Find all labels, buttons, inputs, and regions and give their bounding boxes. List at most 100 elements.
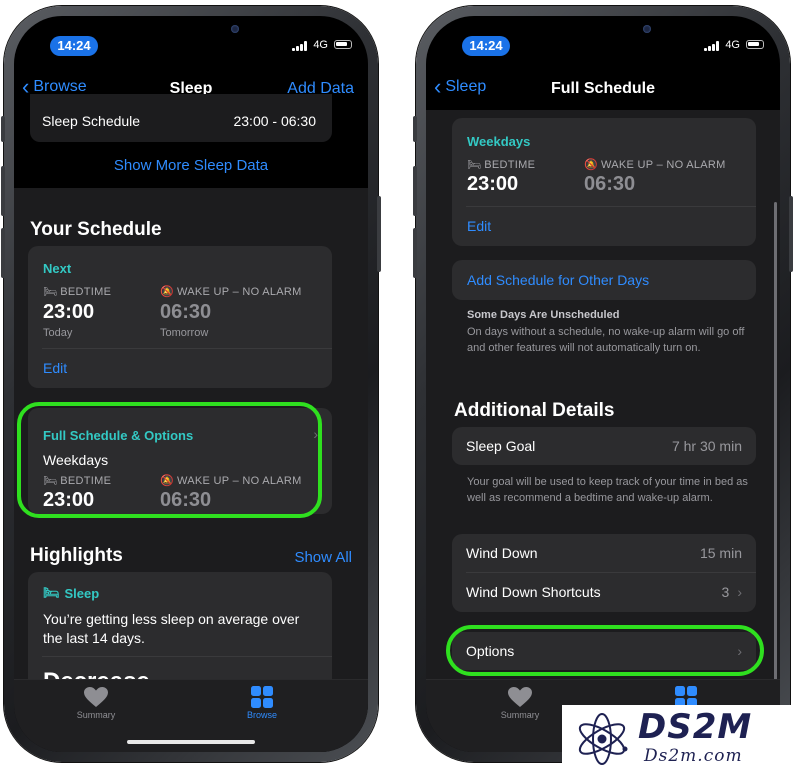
phone-right: 14:24 4G ‹ Sleep Full Schedule Weekdays … (413, 6, 793, 762)
back-label: Sleep (445, 78, 487, 95)
side-button (789, 196, 793, 272)
next-card: Next 🛏 BEDTIME 23:00 Today 🔕 WAKE UP – N… (28, 246, 332, 388)
sleep-goal-row[interactable]: Sleep Goal 7 hr 30 min (452, 427, 756, 465)
sleep-schedule-value: 23:00 - 06:30 (233, 113, 316, 129)
bed-icon: 🛏 (467, 159, 482, 171)
tab-summary-label: Summary (500, 710, 540, 720)
status-time[interactable]: 14:24 (462, 36, 510, 56)
volume-down-button (413, 228, 417, 278)
wind-down-shortcuts-label: Wind Down Shortcuts (466, 584, 601, 600)
phone-left: 14:24 4G ‹ Browse Sleep Add Data Sleep S… (1, 6, 381, 762)
wakeup-label: WAKE UP – NO ALARM (177, 285, 302, 298)
bed-icon: 🛏 (43, 585, 60, 600)
signal-icon (292, 41, 308, 51)
chevron-right-icon: › (737, 584, 742, 600)
show-all-link[interactable]: Show All (294, 549, 352, 566)
full-schedule-sheet: Weekdays 🛏 BEDTIME 23:00 🔕 WAKE UP – NO … (426, 110, 780, 752)
highlight-text: You’re getting less sleep on average ove… (43, 611, 300, 646)
screen-right: 14:24 4G ‹ Sleep Full Schedule Weekdays … (426, 16, 780, 752)
bedtime-time: 23:00 (43, 301, 95, 323)
add-schedule-button[interactable]: Add Schedule for Other Days (452, 260, 756, 300)
add-schedule-label: Add Schedule for Other Days (467, 272, 650, 288)
home-indicator[interactable] (127, 740, 255, 744)
sleep-goal-row-content: Sleep Goal 7 hr 30 min (452, 427, 756, 465)
mute-switch (413, 116, 417, 142)
sleep-goal-note: Your goal will be used to keep track of … (467, 476, 748, 504)
divider (42, 656, 332, 657)
wind-down-shortcuts-row[interactable]: Wind Down Shortcuts 3 › (452, 573, 756, 611)
network-type: 4G (313, 39, 328, 51)
chevron-left-icon: ‹ (22, 74, 30, 99)
next-header: Next (43, 261, 72, 276)
atom-logo-icon (578, 713, 628, 765)
divider (466, 206, 756, 207)
sleep-goal-value: 7 hr 30 min (671, 438, 742, 454)
status-time[interactable]: 14:24 (50, 36, 98, 56)
wakeup-day: Tomorrow (160, 327, 209, 339)
nav-bar: ‹ Sleep Full Schedule (426, 74, 780, 110)
highlight-header: 🛏 Sleep (43, 585, 99, 601)
wind-down-shortcuts-value: 3 (721, 584, 730, 600)
additional-details-title: Additional Details (454, 400, 615, 421)
grid-icon (251, 686, 273, 708)
chevron-left-icon: ‹ (434, 74, 442, 99)
edit-button[interactable]: Edit (467, 218, 491, 234)
tab-browse[interactable]: Browse (222, 686, 302, 720)
bedtime-caption: 🛏 BEDTIME (467, 158, 535, 172)
tab-summary[interactable]: Summary (480, 686, 560, 720)
bedtime-caption: 🛏 BEDTIME (43, 285, 112, 299)
weekdays-card: Weekdays 🛏 BEDTIME 23:00 🔕 WAKE UP – NO … (452, 118, 756, 246)
tab-bar: Summary Browse (14, 679, 368, 752)
wakeup-time: 06:30 (160, 301, 212, 323)
tab-summary-label: Summary (76, 710, 116, 720)
tab-summary[interactable]: Summary (56, 686, 136, 720)
wind-down-shortcuts-value-group: 3 › (722, 584, 742, 600)
signal-icon (704, 41, 720, 51)
sleep-goal-label: Sleep Goal (466, 438, 536, 454)
bed-icon: 🛏 (43, 286, 58, 298)
volume-up-button (413, 166, 417, 216)
battery-icon (334, 40, 352, 49)
unscheduled-text: On days without a schedule, no wake-up a… (467, 326, 745, 354)
unscheduled-title: Some Days Are Unscheduled (467, 309, 620, 321)
highlight-ring (17, 402, 322, 518)
heart-icon (508, 687, 532, 707)
volume-up-button (1, 166, 5, 216)
schedule-sheet: Your Schedule Next 🛏 BEDTIME 23:00 Today… (14, 188, 368, 752)
wakeup-caption: 🔕 WAKE UP – NO ALARM (160, 285, 302, 299)
battery-icon (746, 40, 764, 49)
highlight-header-label: Sleep (64, 585, 100, 601)
weekdays-header: Weekdays (467, 134, 531, 149)
wind-down-label: Wind Down (466, 545, 538, 561)
wakeup-caption: 🔕 WAKE UP – NO ALARM (584, 158, 726, 172)
sleep-schedule-card[interactable]: Sleep Schedule 23:00 - 06:30 (30, 94, 332, 142)
watermark-name: DS2M (638, 707, 753, 747)
wind-down-row[interactable]: Wind Down 15 min (452, 534, 756, 572)
camera (643, 25, 651, 33)
wind-down-value: 15 min (699, 545, 742, 561)
tab-browse-label: Browse (246, 710, 277, 720)
volume-down-button (1, 228, 5, 278)
show-more-sleep-data-link[interactable]: Show More Sleep Data (14, 157, 368, 174)
bedtime-day: Today (43, 327, 73, 339)
side-button (377, 196, 381, 272)
mute-switch (1, 116, 5, 142)
status-bar: 14:24 4G (14, 36, 368, 58)
wakeup-time: 06:30 (584, 173, 636, 195)
status-bar: 14:24 4G (426, 36, 780, 58)
scrollbar[interactable] (774, 202, 777, 682)
highlights-title: Highlights (30, 545, 123, 566)
divider (42, 348, 332, 349)
watermark-url: Ds2m.com (644, 746, 743, 766)
network-type: 4G (725, 39, 740, 51)
bedtime-label: BEDTIME (60, 285, 112, 298)
heart-icon (84, 687, 108, 707)
edit-button[interactable]: Edit (43, 360, 67, 376)
screen-left: 14:24 4G ‹ Browse Sleep Add Data Sleep S… (14, 16, 368, 752)
back-button[interactable]: ‹ Sleep (434, 74, 487, 99)
highlight-ring (446, 625, 764, 676)
bedtime-time: 23:00 (467, 173, 519, 195)
watermark: DS2M Ds2m.com (562, 705, 800, 772)
camera (231, 25, 239, 33)
your-schedule-title: Your Schedule (30, 219, 162, 240)
